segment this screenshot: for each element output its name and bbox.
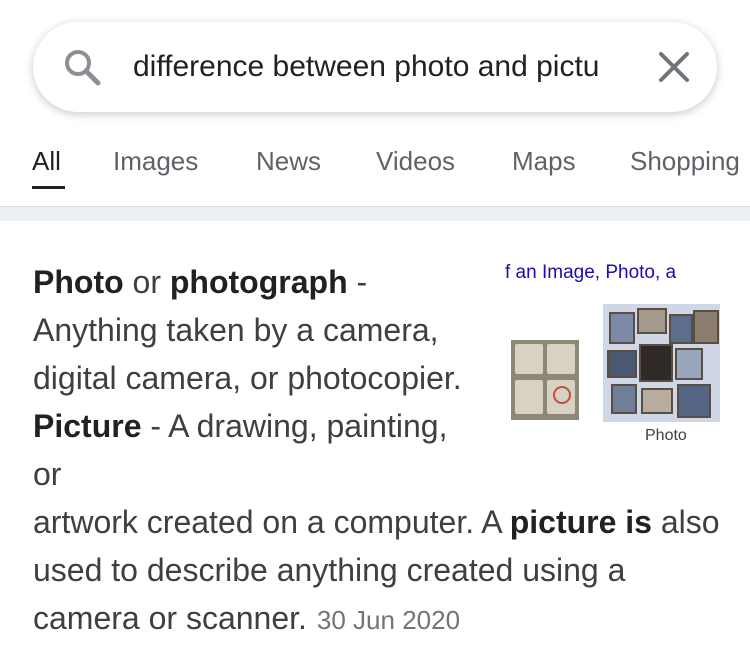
photo-collage-image xyxy=(603,304,720,422)
term-picture: Picture xyxy=(33,408,142,444)
search-bar[interactable] xyxy=(33,22,717,112)
tab-all[interactable]: All xyxy=(32,146,61,177)
snippet-thumbnail[interactable]: f an Image, Photo, a Photo xyxy=(505,262,720,452)
search-results-page: All Images News Videos Maps Shopping Pho… xyxy=(0,0,750,668)
term-picture-is: picture is xyxy=(509,504,652,540)
tab-maps[interactable]: Maps xyxy=(512,146,576,177)
snippet-text: or xyxy=(123,264,170,300)
section-divider xyxy=(0,206,750,221)
tab-shopping[interactable]: Shopping xyxy=(630,146,740,177)
snippet-first-block: Photo or photograph - Anything taken by … xyxy=(33,258,473,498)
tab-news[interactable]: News xyxy=(256,146,321,177)
thumbnail-caption: Photo xyxy=(645,427,687,444)
tab-images[interactable]: Images xyxy=(113,146,198,177)
thumbnail-title[interactable]: f an Image, Photo, a xyxy=(505,262,676,284)
search-icon[interactable] xyxy=(63,48,101,86)
term-photo: Photo xyxy=(33,264,124,300)
tab-videos[interactable]: Videos xyxy=(376,146,455,177)
active-tab-indicator xyxy=(32,186,65,189)
keyboard-image xyxy=(511,340,579,420)
search-tabs: All Images News Videos Maps Shopping xyxy=(0,140,750,206)
snippet-text: artwork created on a computer. A xyxy=(33,504,510,540)
close-icon[interactable] xyxy=(657,50,691,84)
snippet-date: 30 Jun 2020 xyxy=(316,605,461,635)
search-input[interactable] xyxy=(133,22,629,112)
term-photograph: photograph xyxy=(169,264,348,300)
